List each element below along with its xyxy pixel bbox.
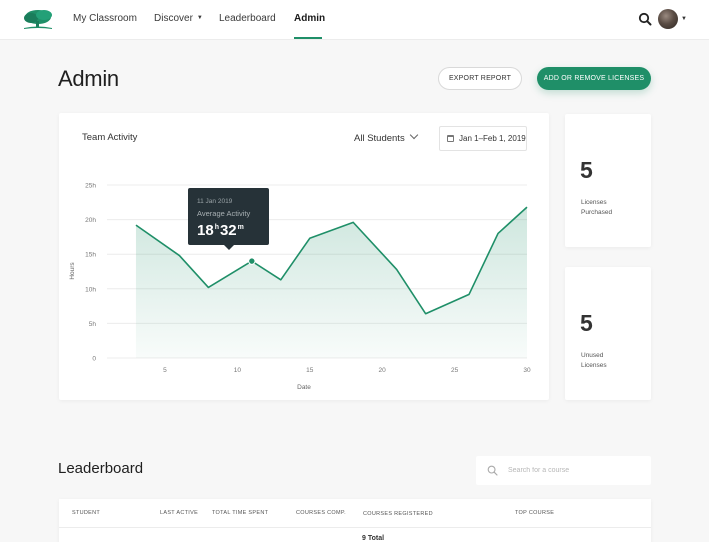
x-tick-label: 15	[306, 367, 314, 374]
licenses-purchased-card: 5 Licenses Purchased	[565, 114, 651, 247]
stat-label: Licenses Purchased	[581, 198, 612, 218]
y-tick-label: 10h	[85, 286, 96, 293]
stat-label-line-1: Licenses	[581, 199, 607, 206]
team-activity-card: Team Activity All Students Jan 1–Feb 1, …	[59, 113, 549, 400]
nav-discover[interactable]: Discover ▼	[154, 13, 203, 24]
tree-logo-icon[interactable]	[22, 8, 54, 32]
leaderboard-title: Leaderboard	[58, 460, 144, 477]
tooltip-date: 11 Jan 2019	[197, 198, 233, 205]
tooltip-hours: 18	[197, 222, 214, 239]
add-remove-licenses-button[interactable]: ADD OR REMOVE LICENSES	[537, 67, 651, 90]
y-tick-label: 15h	[85, 252, 96, 259]
activity-chart: 0 5h 10h 15h 20h 25h 5 10 15 20 25 30 Date Hours	[69, 183, 531, 392]
y-tick-label: 25h	[85, 183, 96, 190]
stat-label-line-1: Unused	[581, 352, 604, 359]
search-icon[interactable]	[638, 12, 652, 26]
course-search-box[interactable]	[476, 456, 651, 485]
top-nav: My Classroom Discover ▼ Leaderboard Admin…	[0, 0, 709, 40]
nav-my-classroom[interactable]: My Classroom	[73, 13, 137, 24]
tooltip-arrow	[224, 245, 234, 250]
x-axis-label: Date	[297, 384, 311, 391]
highlighted-data-point	[248, 257, 256, 265]
y-axis-label: Hours	[69, 262, 76, 280]
nav-admin[interactable]: Admin	[294, 13, 325, 24]
chart-tooltip: 11 Jan 2019 Average Activity 18h32m	[188, 188, 269, 250]
col-student[interactable]: STUDENT	[72, 510, 100, 516]
stat-label-line-2: Licenses	[581, 362, 607, 369]
stat-value: 5	[580, 310, 593, 336]
page-title: Admin	[58, 66, 119, 91]
x-tick-label: 30	[523, 367, 531, 374]
account-chevron-down-icon[interactable]: ▼	[681, 16, 687, 22]
stat-label: Unused Licenses	[581, 351, 607, 371]
search-icon	[487, 465, 498, 476]
col-courses-completed[interactable]: COURSES COMP.	[296, 510, 346, 516]
stat-label-line-2: Purchased	[581, 209, 613, 216]
col-last-active[interactable]: LAST ACTIVE	[160, 510, 198, 516]
nav-discover-label: Discover	[154, 13, 193, 24]
col-total-time[interactable]: TOTAL TIME SPENT	[212, 510, 268, 516]
leaderboard-table: STUDENT LAST ACTIVE TOTAL TIME SPENT COU…	[59, 499, 651, 542]
nav-leaderboard[interactable]: Leaderboard	[219, 13, 276, 24]
tooltip-hours-unit: h	[214, 224, 219, 231]
y-tick-label: 5h	[89, 321, 97, 328]
x-tick-label: 25	[451, 367, 459, 374]
col-courses-registered[interactable]: COURSES REGISTERED	[363, 511, 433, 517]
tooltip-minutes: 32	[219, 222, 237, 239]
tooltip-label: Average Activity	[197, 209, 251, 218]
course-search-input[interactable]	[508, 463, 643, 478]
stat-value: 5	[580, 157, 593, 183]
chevron-down-icon: ▼	[196, 15, 203, 21]
tooltip-minutes-unit: m	[237, 224, 244, 231]
col-top-course[interactable]: TOP COURSE	[515, 510, 554, 516]
x-tick-label: 20	[379, 367, 387, 374]
y-tick-label: 0	[92, 356, 96, 363]
x-tick-label: 10	[234, 367, 242, 374]
header-divider	[59, 527, 651, 528]
active-tab-indicator	[294, 37, 322, 39]
export-report-button[interactable]: EXPORT REPORT	[438, 67, 522, 90]
y-tick-label: 20h	[85, 217, 96, 224]
unused-licenses-card: 5 Unused Licenses	[565, 267, 651, 400]
courses-registered-total: 9 Total	[362, 535, 385, 542]
x-tick-label: 5	[163, 367, 167, 374]
tooltip-value: 18h32m	[197, 222, 245, 239]
avatar[interactable]	[658, 9, 678, 29]
